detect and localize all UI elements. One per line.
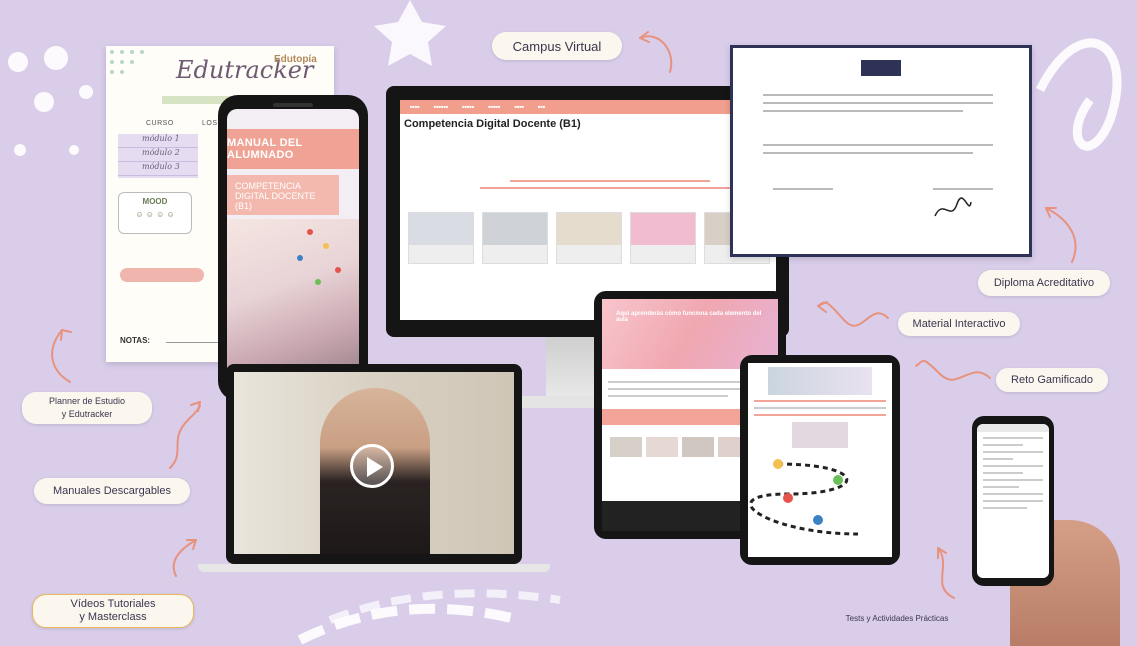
promo-canvas: Edutracker Edutopía CURSO LOS módulo 1 m… — [0, 0, 1137, 646]
arrow-icons — [51, 31, 1077, 599]
